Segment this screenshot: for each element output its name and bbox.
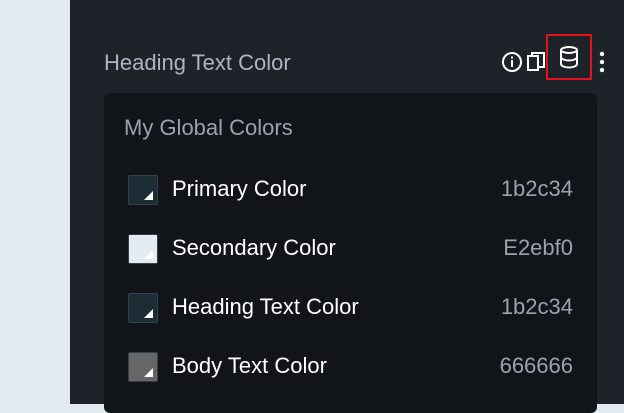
more-vertical-icon[interactable] xyxy=(594,50,610,74)
control-title: Heading Text Color xyxy=(104,50,291,75)
color-swatch xyxy=(128,234,158,264)
color-name: Secondary Color xyxy=(172,235,336,260)
global-colors-list: Primary Color 1b2c34 Secondary Color E2e… xyxy=(128,161,573,397)
global-colors-button[interactable] xyxy=(546,34,592,80)
copy-icon[interactable] xyxy=(524,50,548,74)
global-color-item[interactable]: Secondary Color E2ebf0 xyxy=(128,220,573,279)
color-swatch xyxy=(128,293,158,323)
dropdown-title: My Global Colors xyxy=(124,115,293,140)
color-value: 1b2c34 xyxy=(500,294,573,319)
color-name: Body Text Color xyxy=(172,353,327,378)
color-control-header: Heading Text Color xyxy=(104,34,605,80)
color-swatch xyxy=(128,175,158,205)
canvas-background xyxy=(0,0,70,404)
color-swatch xyxy=(128,352,158,382)
color-name: Primary Color xyxy=(172,176,307,201)
info-icon[interactable] xyxy=(500,50,524,74)
database-icon xyxy=(560,46,578,69)
global-color-item[interactable]: Primary Color 1b2c34 xyxy=(128,161,573,220)
global-colors-dropdown: My Global Colors Primary Color 1b2c34 Se… xyxy=(104,93,597,413)
global-color-item[interactable]: Heading Text Color 1b2c34 xyxy=(128,279,573,338)
color-value: 1b2c34 xyxy=(500,176,573,201)
color-value: E2ebf0 xyxy=(503,235,573,260)
color-value: 666666 xyxy=(499,353,573,378)
color-name: Heading Text Color xyxy=(172,294,359,319)
global-color-item[interactable]: Body Text Color 666666 xyxy=(128,338,573,397)
editor-panel: Heading Text Color My Global Colors Prim… xyxy=(70,0,624,413)
